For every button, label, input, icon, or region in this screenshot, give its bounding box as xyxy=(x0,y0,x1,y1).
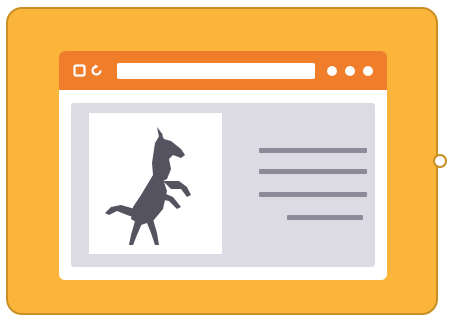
image-card xyxy=(89,113,222,254)
content-panel xyxy=(71,103,375,267)
text-placeholder-line xyxy=(259,148,367,153)
menu-dot-icon xyxy=(327,66,337,76)
address-bar[interactable] xyxy=(117,63,315,79)
tablet-home-button xyxy=(433,154,447,168)
menu-dot-icon xyxy=(363,66,373,76)
square-icon xyxy=(73,64,86,77)
text-placeholder-line xyxy=(259,192,367,197)
rearing-horse-icon xyxy=(105,127,191,245)
illustration xyxy=(0,0,449,322)
text-placeholder-line xyxy=(259,169,367,174)
browser-titlebar xyxy=(59,51,387,90)
refresh-icon xyxy=(91,64,102,76)
browser-window xyxy=(59,51,387,280)
menu-dot-icon xyxy=(345,66,355,76)
text-placeholder-line xyxy=(287,215,363,220)
